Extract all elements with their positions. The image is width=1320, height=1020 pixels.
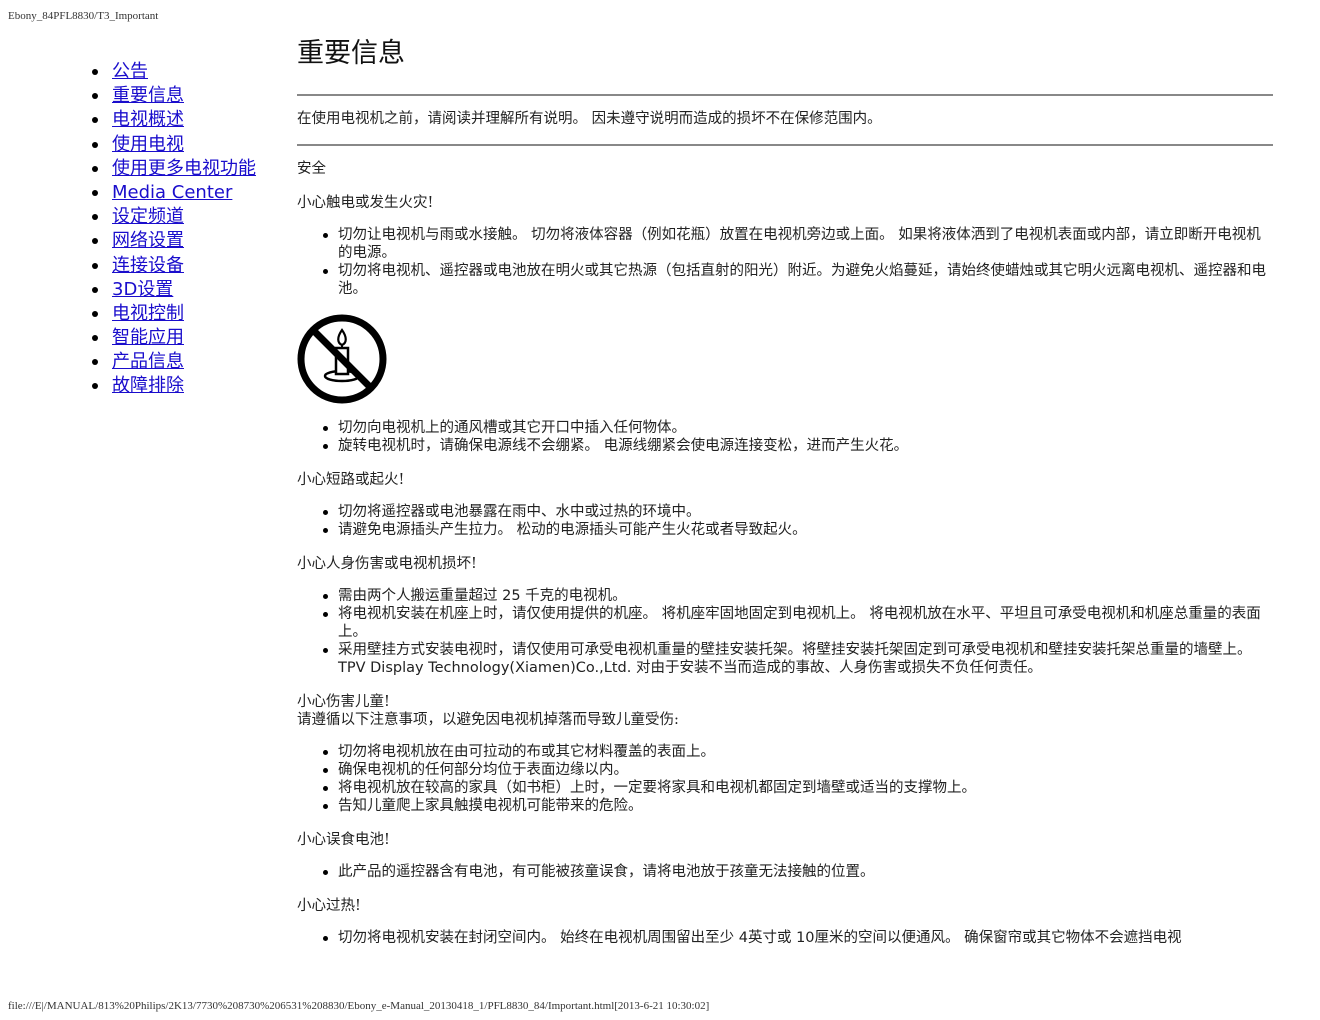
nav-link[interactable]: 电视概述 [112,109,184,130]
nav-link[interactable]: 故障排除 [112,375,184,396]
text-segment: 采用壁挂方式安装电视时，请仅使用可承受电视机重量的壁挂安装托架。将壁挂安装托架固… [338,642,1252,658]
print-header: Ebony_84PFL8830/T3_Important [8,10,159,22]
nav-item: 电视概述 [92,108,282,132]
nav-link[interactable]: 连接设备 [112,255,184,276]
nav-link[interactable]: 网络设置 [112,230,184,251]
list-item: 请避免电源插头产生拉力。 松动的电源插头可能产生火花或者导致起火。 [323,521,1273,539]
children-heading: 小心伤害儿童! [297,694,390,710]
nav-item: 电视控制 [92,302,282,326]
print-footer: file:///E|/MANUAL/813%20Philips/2K13/773… [8,1000,710,1012]
overheat-list: 切勿将电视机安装在封闭空间内。 始终在电视机周围留出至少 4英寸或 10厘米的空… [297,929,1273,947]
nav-item: 连接设备 [92,254,282,278]
nav-link[interactable]: Media Center [112,182,232,203]
children-list: 切勿将电视机放在由可拉动的布或其它材料覆盖的表面上。 确保电视机的任何部分均位于… [297,743,1273,815]
overheat-heading: 小心过热! [297,898,361,914]
nav-item: 重要信息 [92,84,282,108]
nav-item: 3D设置 [92,278,282,302]
list-item: 切勿将遥控器或电池暴露在雨中、水中或过热的环境中。 [323,503,1273,521]
fire-list-continued: 切勿向电视机上的通风槽或其它开口中插入任何物体。 旋转电视机时，请确保电源线不会… [297,419,1273,455]
divider [297,144,1273,146]
list-item: 将电视机放在较高的家具（如书柜）上时，一定要将家具和电视机都固定到墙壁或适当的支… [323,779,1273,797]
list-item: 切勿向电视机上的通风槽或其它开口中插入任何物体。 [323,419,1273,437]
text-segment: 千克的电视机。 [520,588,627,604]
company-name: TPV Display Technology(Xiamen)Co.,Ltd. [338,660,632,676]
battery-list: 此产品的遥控器含有电池，有可能被孩童误食，请将电池放于孩童无法接触的位置。 [297,863,1273,881]
fire-list: 切勿让电视机与雨或水接触。 切勿将液体容器（例如花瓶）放置在电视机旁边或上面。 … [297,226,1273,298]
safety-heading: 安全 [297,161,326,177]
page-title: 重要信息 [297,38,405,69]
nav-link[interactable]: 设定频道 [112,206,184,227]
nav-link[interactable]: 智能应用 [112,327,184,348]
text-segment: 厘米的空间以便通风。 确保窗帘或其它物体不会遮挡电视 [814,930,1182,946]
nav-link[interactable]: 使用电视 [112,134,184,155]
sidebar-nav: 公告重要信息电视概述使用电视使用更多电视功能 Media Center 设定频道网络… [92,60,282,399]
nav-link[interactable]: 3D设置 [112,279,173,300]
list-item: 将电视机安装在机座上时，请仅使用提供的机座。 将机座牢固地固定到电视机上。 将电… [323,605,1273,641]
divider [297,94,1273,96]
list-item: 确保电视机的任何部分均位于表面边缘以内。 [323,761,1273,779]
weight-value: 25 [502,588,521,604]
short-circuit-list: 切勿将遥控器或电池暴露在雨中、水中或过热的环境中。 请避免电源插头产生拉力。 松… [297,503,1273,539]
injury-list: 需由两个人搬运重量超过 25 千克的电视机。 将电视机安装在机座上时，请仅使用提… [297,587,1273,677]
nav-item: 设定频道 [92,205,282,229]
children-intro: 请遵循以下注意事项，以避免因电视机掉落而导致儿童受伤: [297,712,679,728]
battery-heading: 小心误食电池! [297,832,390,848]
list-item: 切勿将电视机放在由可拉动的布或其它材料覆盖的表面上。 [323,743,1273,761]
nav-list: 公告重要信息电视概述使用电视使用更多电视功能 Media Center 设定频道网络… [92,60,282,399]
nav-item: 公告 [92,60,282,84]
list-item: 需由两个人搬运重量超过 25 千克的电视机。 [323,587,1273,605]
list-item: 采用壁挂方式安装电视时，请仅使用可承受电视机重量的壁挂安装托架。将壁挂安装托架固… [323,641,1273,677]
nav-item: 使用更多电视功能 [92,157,282,181]
nav-item: 故障排除 [92,374,282,398]
fire-heading: 小心触电或发生火灾! [297,195,434,211]
text-segment: 英寸或 [747,930,797,946]
list-item: 切勿让电视机与雨或水接触。 切勿将液体容器（例如花瓶）放置在电视机旁边或上面。 … [323,226,1273,262]
short-circuit-heading: 小心短路或起火! [297,472,405,488]
injury-heading: 小心人身伤害或电视机损坏! [297,556,477,572]
nav-item: 使用电视 [92,133,282,157]
main-content: 重要信息 在使用电视机之前，请阅读并理解所有说明。 因未遵守说明而造成的损坏不在… [297,36,1273,947]
nav-item: 产品信息 [92,350,282,374]
no-candle-warning-icon [297,314,387,404]
nav-item: Media Center [92,181,282,205]
list-item: 切勿将电视机、遥控器或电池放在明火或其它热源（包括直射的阳光）附近。为避免火焰蔓… [323,262,1273,298]
cm-value: 10 [796,930,815,946]
nav-link[interactable]: 使用更多电视功能 [112,158,256,179]
inch-value: 4 [738,930,748,946]
intro-text: 在使用电视机之前，请阅读并理解所有说明。 因未遵守说明而造成的损坏不在保修范围内… [297,111,882,127]
nav-item: 网络设置 [92,229,282,253]
list-item: 告知儿童爬上家具触摸电视机可能带来的危险。 [323,797,1273,815]
list-item: 切勿将电视机安装在封闭空间内。 始终在电视机周围留出至少 4英寸或 10厘米的空… [323,929,1273,947]
list-item: 此产品的遥控器含有电池，有可能被孩童误食，请将电池放于孩童无法接触的位置。 [323,863,1273,881]
nav-item: 智能应用 [92,326,282,350]
nav-link[interactable]: 电视控制 [112,303,184,324]
nav-link[interactable]: 重要信息 [112,85,184,106]
text-segment: 需由两个人搬运重量超过 [338,588,503,604]
nav-link[interactable]: 产品信息 [112,351,184,372]
list-item: 旋转电视机时，请确保电源线不会绷紧。 电源线绷紧会使电源连接变松，进而产生火花。 [323,437,1273,455]
text-segment: 切勿将电视机安装在封闭空间内。 始终在电视机周围留出至少 [338,930,739,946]
text-segment: 对由于安装不当而造成的事故、人身伤害或损失不负任何责任。 [631,660,1042,676]
nav-link[interactable]: 公告 [112,61,148,82]
